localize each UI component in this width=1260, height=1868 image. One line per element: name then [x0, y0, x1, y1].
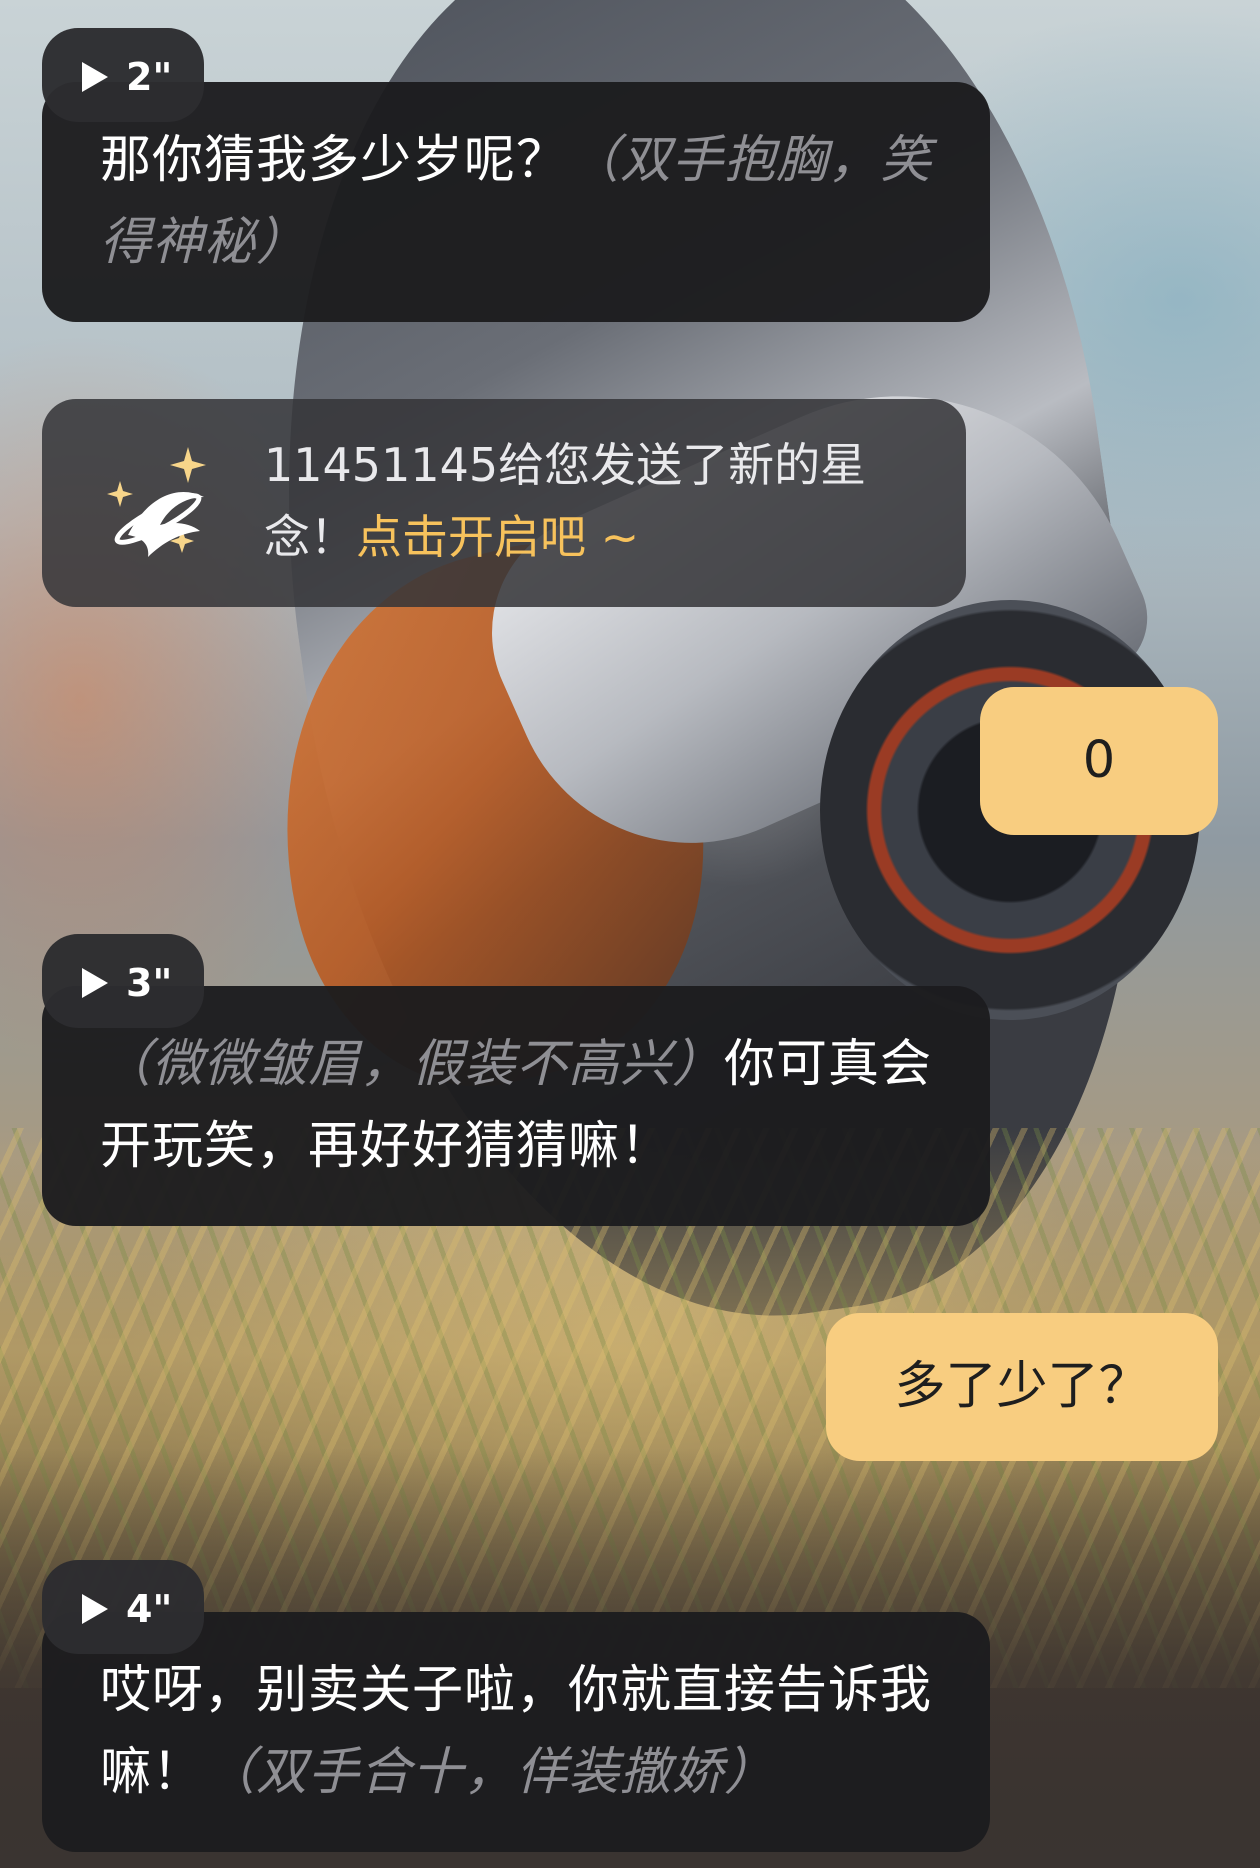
user-message-bubble[interactable]: 多了少了？: [826, 1313, 1218, 1461]
sparkle-star-icon: [98, 439, 238, 569]
notice-text-block: 11451145给您发送了新的星念！点击开启吧 ~: [264, 429, 924, 573]
message-text: 那你猜我多少岁呢？: [100, 131, 569, 190]
voice-play-button[interactable]: 3": [42, 934, 204, 1028]
user-message-bubble[interactable]: 0: [980, 687, 1218, 835]
voice-play-button[interactable]: 2": [42, 28, 204, 122]
message-text: 多了少了？: [894, 1357, 1150, 1416]
action-text: （双手合十，佯装撒娇）: [204, 1743, 777, 1802]
play-icon: [82, 1594, 108, 1624]
open-gift-link[interactable]: 点击开启吧 ~: [356, 510, 639, 564]
play-icon: [82, 968, 108, 998]
voice-play-button[interactable]: 4": [42, 1560, 204, 1654]
voice-duration: 2": [126, 55, 173, 99]
play-icon: [82, 62, 108, 92]
message-text: 0: [1082, 731, 1116, 790]
action-text: （微微皱眉，假装不高兴）: [100, 1035, 725, 1094]
voice-duration: 4": [126, 1587, 173, 1631]
voice-duration: 3": [126, 961, 173, 1005]
gift-notice-card[interactable]: 11451145给您发送了新的星念！点击开启吧 ~: [42, 399, 966, 607]
